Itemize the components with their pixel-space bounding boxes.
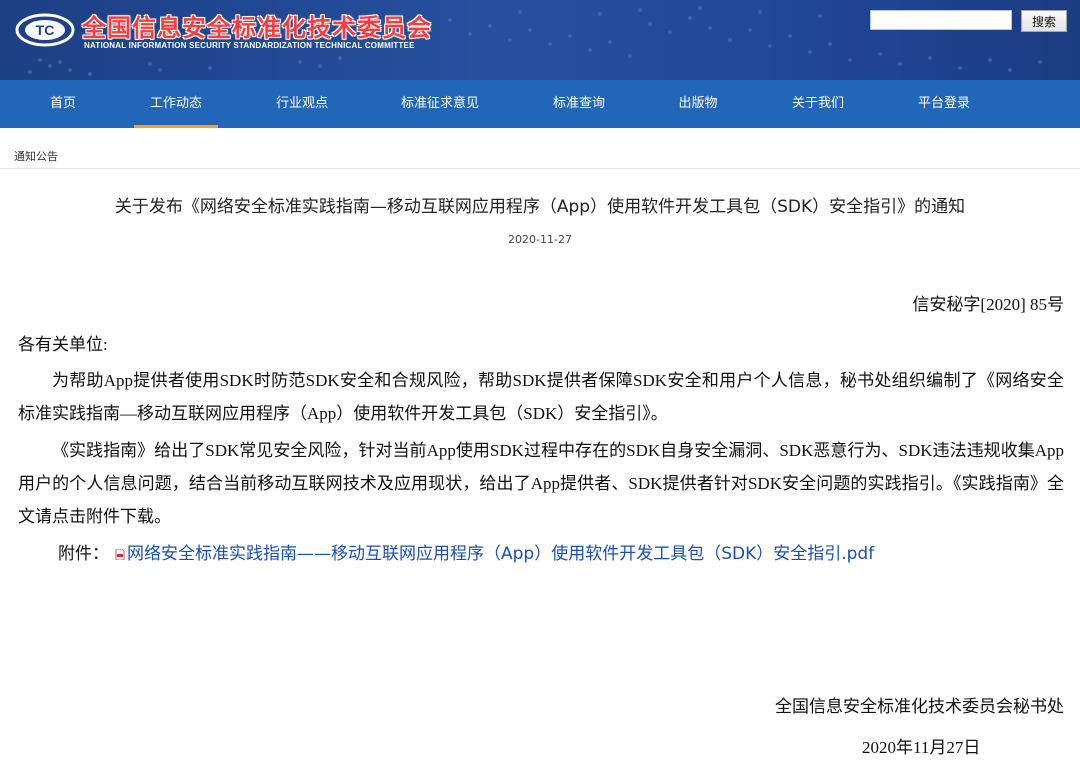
article-paragraph: 为帮助App提供者使用SDK时防范SDK安全和合规风险，帮助SDK提供者保障SD… [18,371,1064,423]
nav-item-publications[interactable]: 出版物 [666,80,730,128]
article-paragraph: 《实践指南》给出了SDK常见安全风险，针对当前App使用SDK过程中存在的SDK… [18,441,1064,526]
attachment-label: 附件： [58,544,109,564]
signature-date: 2020年11月27日 [862,738,981,757]
nav-item-standard-comments[interactable]: 标准征求意见 [388,80,492,128]
pdf-file-icon [115,549,125,560]
nav-item-industry-views[interactable]: 行业观点 [262,80,342,128]
signature: 全国信息安全标准化技术委员会秘书处 [775,697,1064,716]
attachment-download-link[interactable]: 网络安全标准实践指南——移动互联网应用程序（App）使用软件开发工具包（SDK）… [127,544,874,564]
nav-item-standard-query[interactable]: 标准查询 [540,80,618,128]
article-date: 2020-11-27 [508,233,572,246]
site-subtitle: NATIONAL INFORMATION SECURITY STANDARDIZ… [84,41,415,50]
site-title: 全国信息安全标准化技术委员会 [82,14,432,42]
breadcrumb[interactable]: 通知公告 [14,148,58,164]
article-title: 关于发布《网络安全标准实践指南—移动互联网应用程序（App）使用软件开发工具包（… [114,197,966,217]
attachment-row: 附件： 网络安全标准实践指南——移动互联网应用程序（App）使用软件开发工具包（… [58,539,874,564]
document-number: 信安秘字[2020] 85号 [912,295,1064,314]
divider [0,168,1080,169]
nav-item-home[interactable]: 首页 [28,80,98,128]
main-nav: 首页 工作动态 行业观点 标准征求意见 标准查询 出版物 关于我们 平台登录 [0,80,1080,128]
nav-item-platform-login[interactable]: 平台登录 [904,80,984,128]
nav-item-about-us[interactable]: 关于我们 [780,80,856,128]
nav-item-work-news[interactable]: 工作动态 [134,80,218,128]
salutation: 各有关单位: [18,335,108,354]
site-header: TC 全国信息安全标准化技术委员会 NATIONAL INFORMATION S… [0,0,1080,80]
search-button[interactable]: 搜索 [1021,10,1067,32]
logo-text: TC [36,22,55,38]
search-input[interactable] [870,10,1012,30]
tc-logo-icon: TC [15,13,75,47]
